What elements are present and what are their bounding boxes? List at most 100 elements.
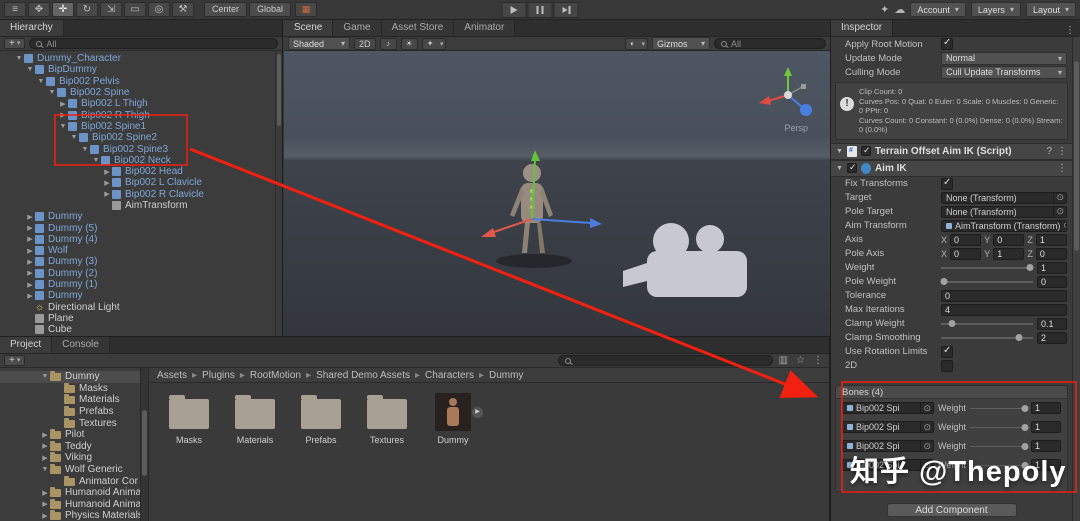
component-menu-icon[interactable]: ⋮ bbox=[1057, 146, 1067, 157]
apply-root-motion-checkbox[interactable] bbox=[941, 37, 953, 50]
project-folder-item[interactable]: ▶ Pilot bbox=[0, 429, 140, 441]
hidden-packages-icon[interactable]: ▥ bbox=[777, 355, 790, 366]
hierarchy-item[interactable]: ▶ Wolf bbox=[0, 245, 282, 256]
hierarchy-create-button[interactable]: + bbox=[4, 38, 26, 49]
camera-gizmo-icon[interactable] bbox=[619, 219, 769, 309]
hierarchy-item[interactable]: ▼ Bip002 Spine3 bbox=[0, 143, 282, 155]
hierarchy-item[interactable]: Plane bbox=[0, 313, 282, 324]
transform-tool-icon[interactable]: ◎ bbox=[148, 2, 170, 17]
hierarchy-item[interactable]: ▼ Bip002 Spine bbox=[0, 87, 282, 98]
expand-arrow-icon[interactable]: ▶ bbox=[58, 111, 68, 119]
breadcrumb-item[interactable]: Plugins bbox=[202, 370, 250, 381]
camera-settings-icon[interactable]: ◐ bbox=[625, 37, 648, 50]
2d-checkbox[interactable] bbox=[941, 359, 953, 372]
bone-weight-slider[interactable] bbox=[969, 402, 1029, 414]
expand-arrow-icon[interactable]: ▶ bbox=[25, 213, 35, 221]
object-picker-icon[interactable]: ⊙ bbox=[1053, 206, 1064, 217]
pivot-center-button[interactable]: Center bbox=[204, 2, 248, 17]
expand-arrow-icon[interactable]: ▶ bbox=[40, 454, 50, 462]
hierarchy-item[interactable]: ▶ Dummy (4) bbox=[0, 234, 282, 245]
hierarchy-item[interactable]: ▼ BipDummy bbox=[0, 64, 282, 75]
tab-scene[interactable]: Scene bbox=[284, 20, 334, 36]
component-header-terrain-offset-aim-ik[interactable]: ▼ Terrain Offset Aim IK (Script) ? ⋮ bbox=[831, 142, 1072, 160]
bone-object-field[interactable]: Bip002 Spi ⊙ bbox=[842, 421, 934, 433]
bone-weight-field[interactable]: 1 bbox=[1031, 402, 1061, 414]
tab-project[interactable]: Project bbox=[0, 337, 53, 353]
update-mode-dropdown[interactable]: Normal bbox=[941, 51, 1067, 65]
play-button[interactable] bbox=[501, 1, 527, 18]
scene-viewport[interactable]: Persp bbox=[284, 51, 830, 336]
pole-axis-x-field[interactable]: 0 bbox=[950, 247, 982, 260]
inspector-menu-icon[interactable]: ⋮ bbox=[1060, 25, 1080, 36]
clamp-weight-slider[interactable] bbox=[941, 318, 1033, 330]
asset-item[interactable]: Textures bbox=[361, 393, 413, 445]
object-picker-icon[interactable]: ⊙ bbox=[920, 422, 931, 432]
asset-item[interactable]: Prefabs bbox=[295, 393, 347, 445]
hierarchy-item[interactable]: ▶ Dummy (5) bbox=[0, 222, 282, 234]
rect-tool-icon[interactable]: ▭ bbox=[124, 2, 146, 17]
hierarchy-item[interactable]: ▼ Bip002 Pelvis bbox=[0, 76, 282, 87]
expand-arrow-icon[interactable]: ▶ bbox=[58, 100, 68, 108]
hierarchy-item[interactable]: AimTransform bbox=[0, 200, 282, 211]
solver-enabled-checkbox[interactable] bbox=[846, 162, 857, 173]
breadcrumb-item[interactable]: Characters bbox=[425, 370, 489, 381]
expand-arrow-icon[interactable]: ▶ bbox=[102, 168, 112, 176]
hierarchy-item[interactable]: ▼ Dummy_Character bbox=[0, 53, 282, 64]
clamp-smoothing-slider[interactable] bbox=[941, 332, 1033, 344]
bone-weight-slider[interactable] bbox=[969, 421, 1029, 433]
project-tree-scrollbar[interactable] bbox=[140, 368, 149, 521]
culling-mode-dropdown[interactable]: Cull Update Transforms bbox=[941, 65, 1067, 79]
expand-arrow-icon[interactable]: ▶ bbox=[40, 431, 50, 439]
project-folder-item[interactable]: ▶ Teddy bbox=[0, 440, 140, 453]
expand-arrow-icon[interactable]: ▶ bbox=[102, 179, 112, 187]
breadcrumb-item[interactable]: Dummy bbox=[489, 370, 523, 381]
custom-tool-icon[interactable]: ⚒ bbox=[172, 2, 194, 17]
expand-arrow-icon[interactable]: ▶ bbox=[40, 489, 50, 497]
effects-dropdown-icon[interactable]: ✦ bbox=[421, 37, 447, 50]
bone-weight-field[interactable]: 1 bbox=[1031, 421, 1061, 433]
hierarchy-item[interactable]: ▶ Bip002 R Thigh bbox=[0, 109, 282, 121]
object-picker-icon[interactable]: ⊙ bbox=[1060, 220, 1066, 231]
pole-axis-y-field[interactable]: 1 bbox=[993, 247, 1025, 260]
asset-item[interactable]: Materials bbox=[229, 393, 281, 445]
orientation-gizmo[interactable] bbox=[756, 65, 820, 129]
add-component-button[interactable]: Add Component bbox=[886, 503, 1017, 517]
expand-arrow-icon[interactable]: ▼ bbox=[40, 373, 50, 380]
project-folder-item[interactable]: Textures bbox=[0, 417, 140, 429]
project-folder-item[interactable]: ▶ Viking bbox=[0, 452, 140, 464]
asset-item[interactable]: ▶ Dummy bbox=[427, 393, 483, 445]
services-icon[interactable]: ✦ bbox=[880, 3, 889, 16]
layout-dropdown[interactable]: Layout bbox=[1025, 2, 1076, 17]
max-iterations-field[interactable]: 4 bbox=[941, 303, 1067, 316]
pole-weight-slider[interactable] bbox=[940, 276, 1033, 288]
component-enabled-checkbox[interactable] bbox=[860, 145, 871, 156]
clamp-weight-field[interactable]: 0.1 bbox=[1037, 317, 1067, 330]
project-folder-item[interactable]: Masks bbox=[0, 382, 140, 395]
project-search-input[interactable] bbox=[557, 355, 773, 366]
target-object-field[interactable]: None (Transform) ⊙ bbox=[941, 191, 1067, 204]
hierarchy-item[interactable]: ▶ Bip002 Head bbox=[0, 166, 282, 177]
hierarchy-item[interactable]: ▼ Bip002 Spine2 bbox=[0, 132, 282, 143]
tab-inspector[interactable]: Inspector bbox=[831, 20, 894, 36]
shading-mode-dropdown[interactable]: Shaded bbox=[288, 37, 350, 50]
hierarchy-item[interactable]: ▶ Dummy (2) bbox=[0, 268, 282, 279]
expand-arrow-icon[interactable]: ▼ bbox=[40, 466, 50, 473]
expand-subassets-icon[interactable]: ▶ bbox=[472, 407, 483, 418]
weight-slider[interactable] bbox=[941, 262, 1034, 274]
expand-arrow-icon[interactable]: ▼ bbox=[47, 89, 57, 96]
layers-dropdown[interactable]: Layers bbox=[970, 2, 1021, 17]
axis-x-field[interactable]: 0 bbox=[950, 233, 982, 246]
project-folder-item[interactable]: ▼ Wolf Generic bbox=[0, 464, 140, 476]
expand-arrow-icon[interactable]: ▶ bbox=[102, 190, 112, 198]
tolerance-field[interactable]: 0 bbox=[941, 289, 1067, 302]
gizmos-dropdown[interactable]: Gizmos bbox=[652, 37, 710, 50]
object-picker-icon[interactable]: ⊙ bbox=[1053, 192, 1064, 203]
expand-arrow-icon[interactable]: ▶ bbox=[25, 235, 35, 243]
fix-transforms-checkbox[interactable] bbox=[941, 177, 953, 190]
project-folder-item[interactable]: Prefabs bbox=[0, 406, 140, 418]
clamp-smoothing-field[interactable]: 2 bbox=[1037, 331, 1067, 344]
aim-transform-object-field[interactable]: AimTransform (Transform) ⊙ bbox=[941, 219, 1067, 232]
account-dropdown[interactable]: Account bbox=[910, 2, 966, 17]
expand-arrow-icon[interactable]: ▶ bbox=[25, 269, 35, 277]
tab-hierarchy[interactable]: Hierarchy bbox=[0, 20, 64, 36]
